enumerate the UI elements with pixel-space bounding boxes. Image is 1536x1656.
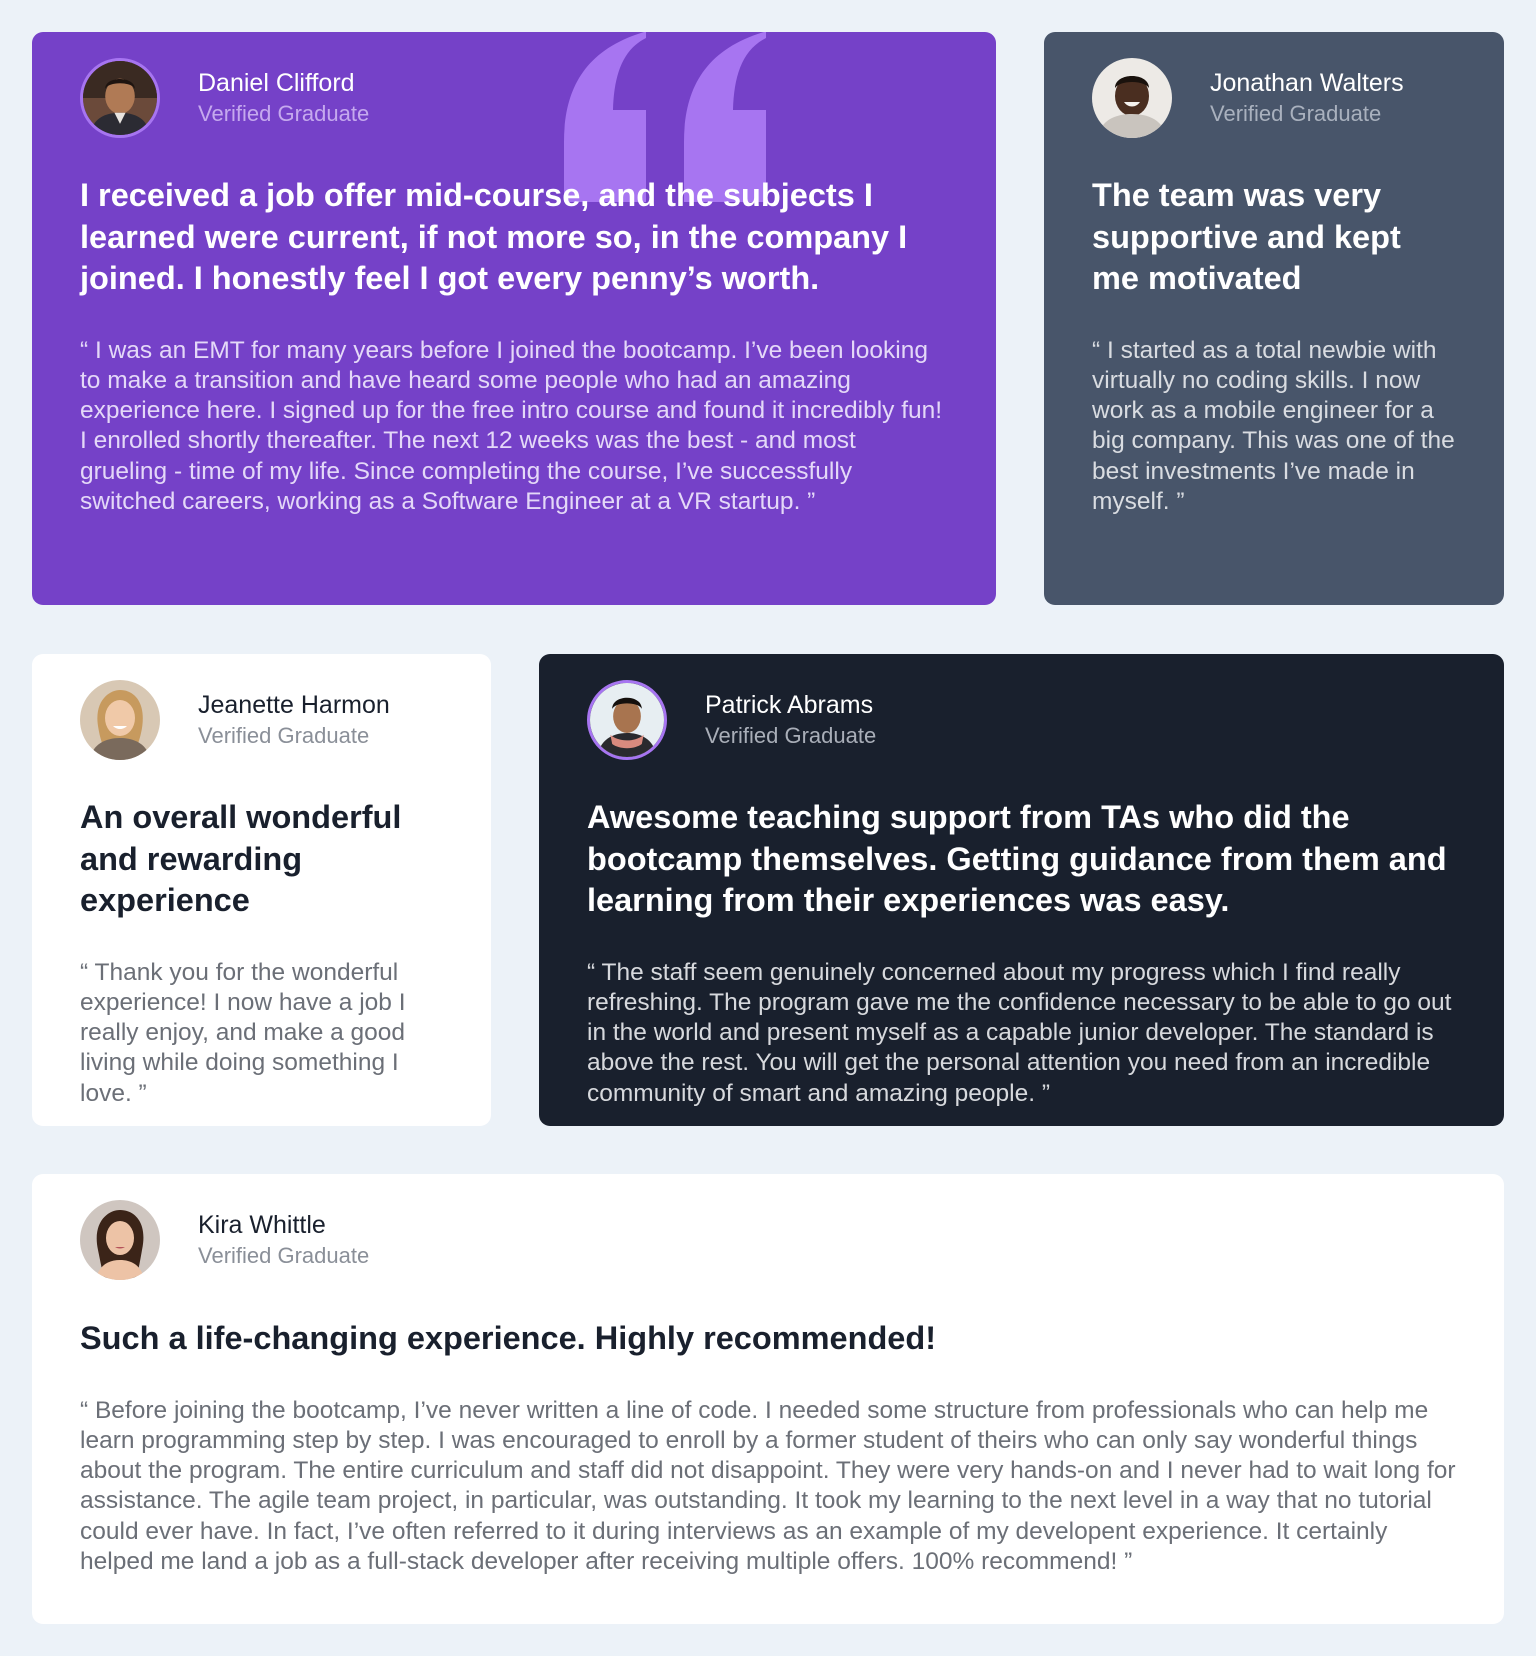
author-role: Verified Graduate: [198, 1243, 370, 1268]
card-header: Jeanette Harmon Verified Graduate: [80, 680, 443, 760]
author-name: Daniel Clifford: [198, 69, 355, 97]
card-header: Patrick Abrams Verified Graduate: [587, 680, 1456, 760]
testimonial-headline: An overall wonderful and rewarding exper…: [80, 799, 402, 918]
author-name: Jonathan Walters: [1210, 69, 1404, 97]
testimonial-headline: The team was very supportive and kept me…: [1092, 177, 1401, 296]
testimonial-quote: “ Thank you for the wonderful experience…: [80, 958, 406, 1107]
card-header: Jonathan Walters Verified Graduate: [1092, 58, 1456, 138]
testimonial-card-jonathan-walters: Jonathan Walters Verified Graduate The t…: [1044, 32, 1504, 605]
testimonial-quote: “ The staff seem genuinely concerned abo…: [587, 958, 1452, 1107]
testimonial-card-daniel-clifford: Daniel Clifford Verified Graduate I rece…: [32, 32, 996, 605]
avatar: [80, 1200, 160, 1280]
card-header: Kira Whittle Verified Graduate: [80, 1200, 1456, 1280]
avatar: [80, 58, 160, 138]
testimonial-card-kira-whittle: Kira Whittle Verified Graduate Such a li…: [32, 1174, 1504, 1624]
testimonial-quote: “ Before joining the bootcamp, I’ve neve…: [80, 1396, 1456, 1575]
author-name: Patrick Abrams: [705, 691, 874, 719]
avatar: [80, 680, 160, 760]
author-name: Kira Whittle: [198, 1211, 326, 1239]
testimonial-card-jeanette-harmon: Jeanette Harmon Verified Graduate An ove…: [32, 654, 491, 1126]
author-role: Verified Graduate: [198, 723, 370, 748]
author-role: Verified Graduate: [705, 723, 877, 748]
testimonial-headline: Awesome teaching support from TAs who di…: [587, 799, 1447, 918]
testimonial-quote: “ I was an EMT for many years before I j…: [80, 336, 943, 515]
avatar: [1092, 58, 1172, 138]
testimonial-quote: “ I started as a total newbie with virtu…: [1092, 336, 1455, 515]
testimonial-headline: I received a job offer mid-course, and t…: [80, 177, 908, 296]
testimonial-headline: Such a life-changing experience. Highly …: [80, 1320, 937, 1356]
avatar: [587, 680, 667, 760]
testimonial-card-patrick-abrams: Patrick Abrams Verified Graduate Awesome…: [539, 654, 1504, 1126]
author-role: Verified Graduate: [1210, 101, 1382, 126]
author-role: Verified Graduate: [198, 101, 370, 126]
author-name: Jeanette Harmon: [198, 691, 390, 719]
card-header: Daniel Clifford Verified Graduate: [80, 58, 948, 138]
